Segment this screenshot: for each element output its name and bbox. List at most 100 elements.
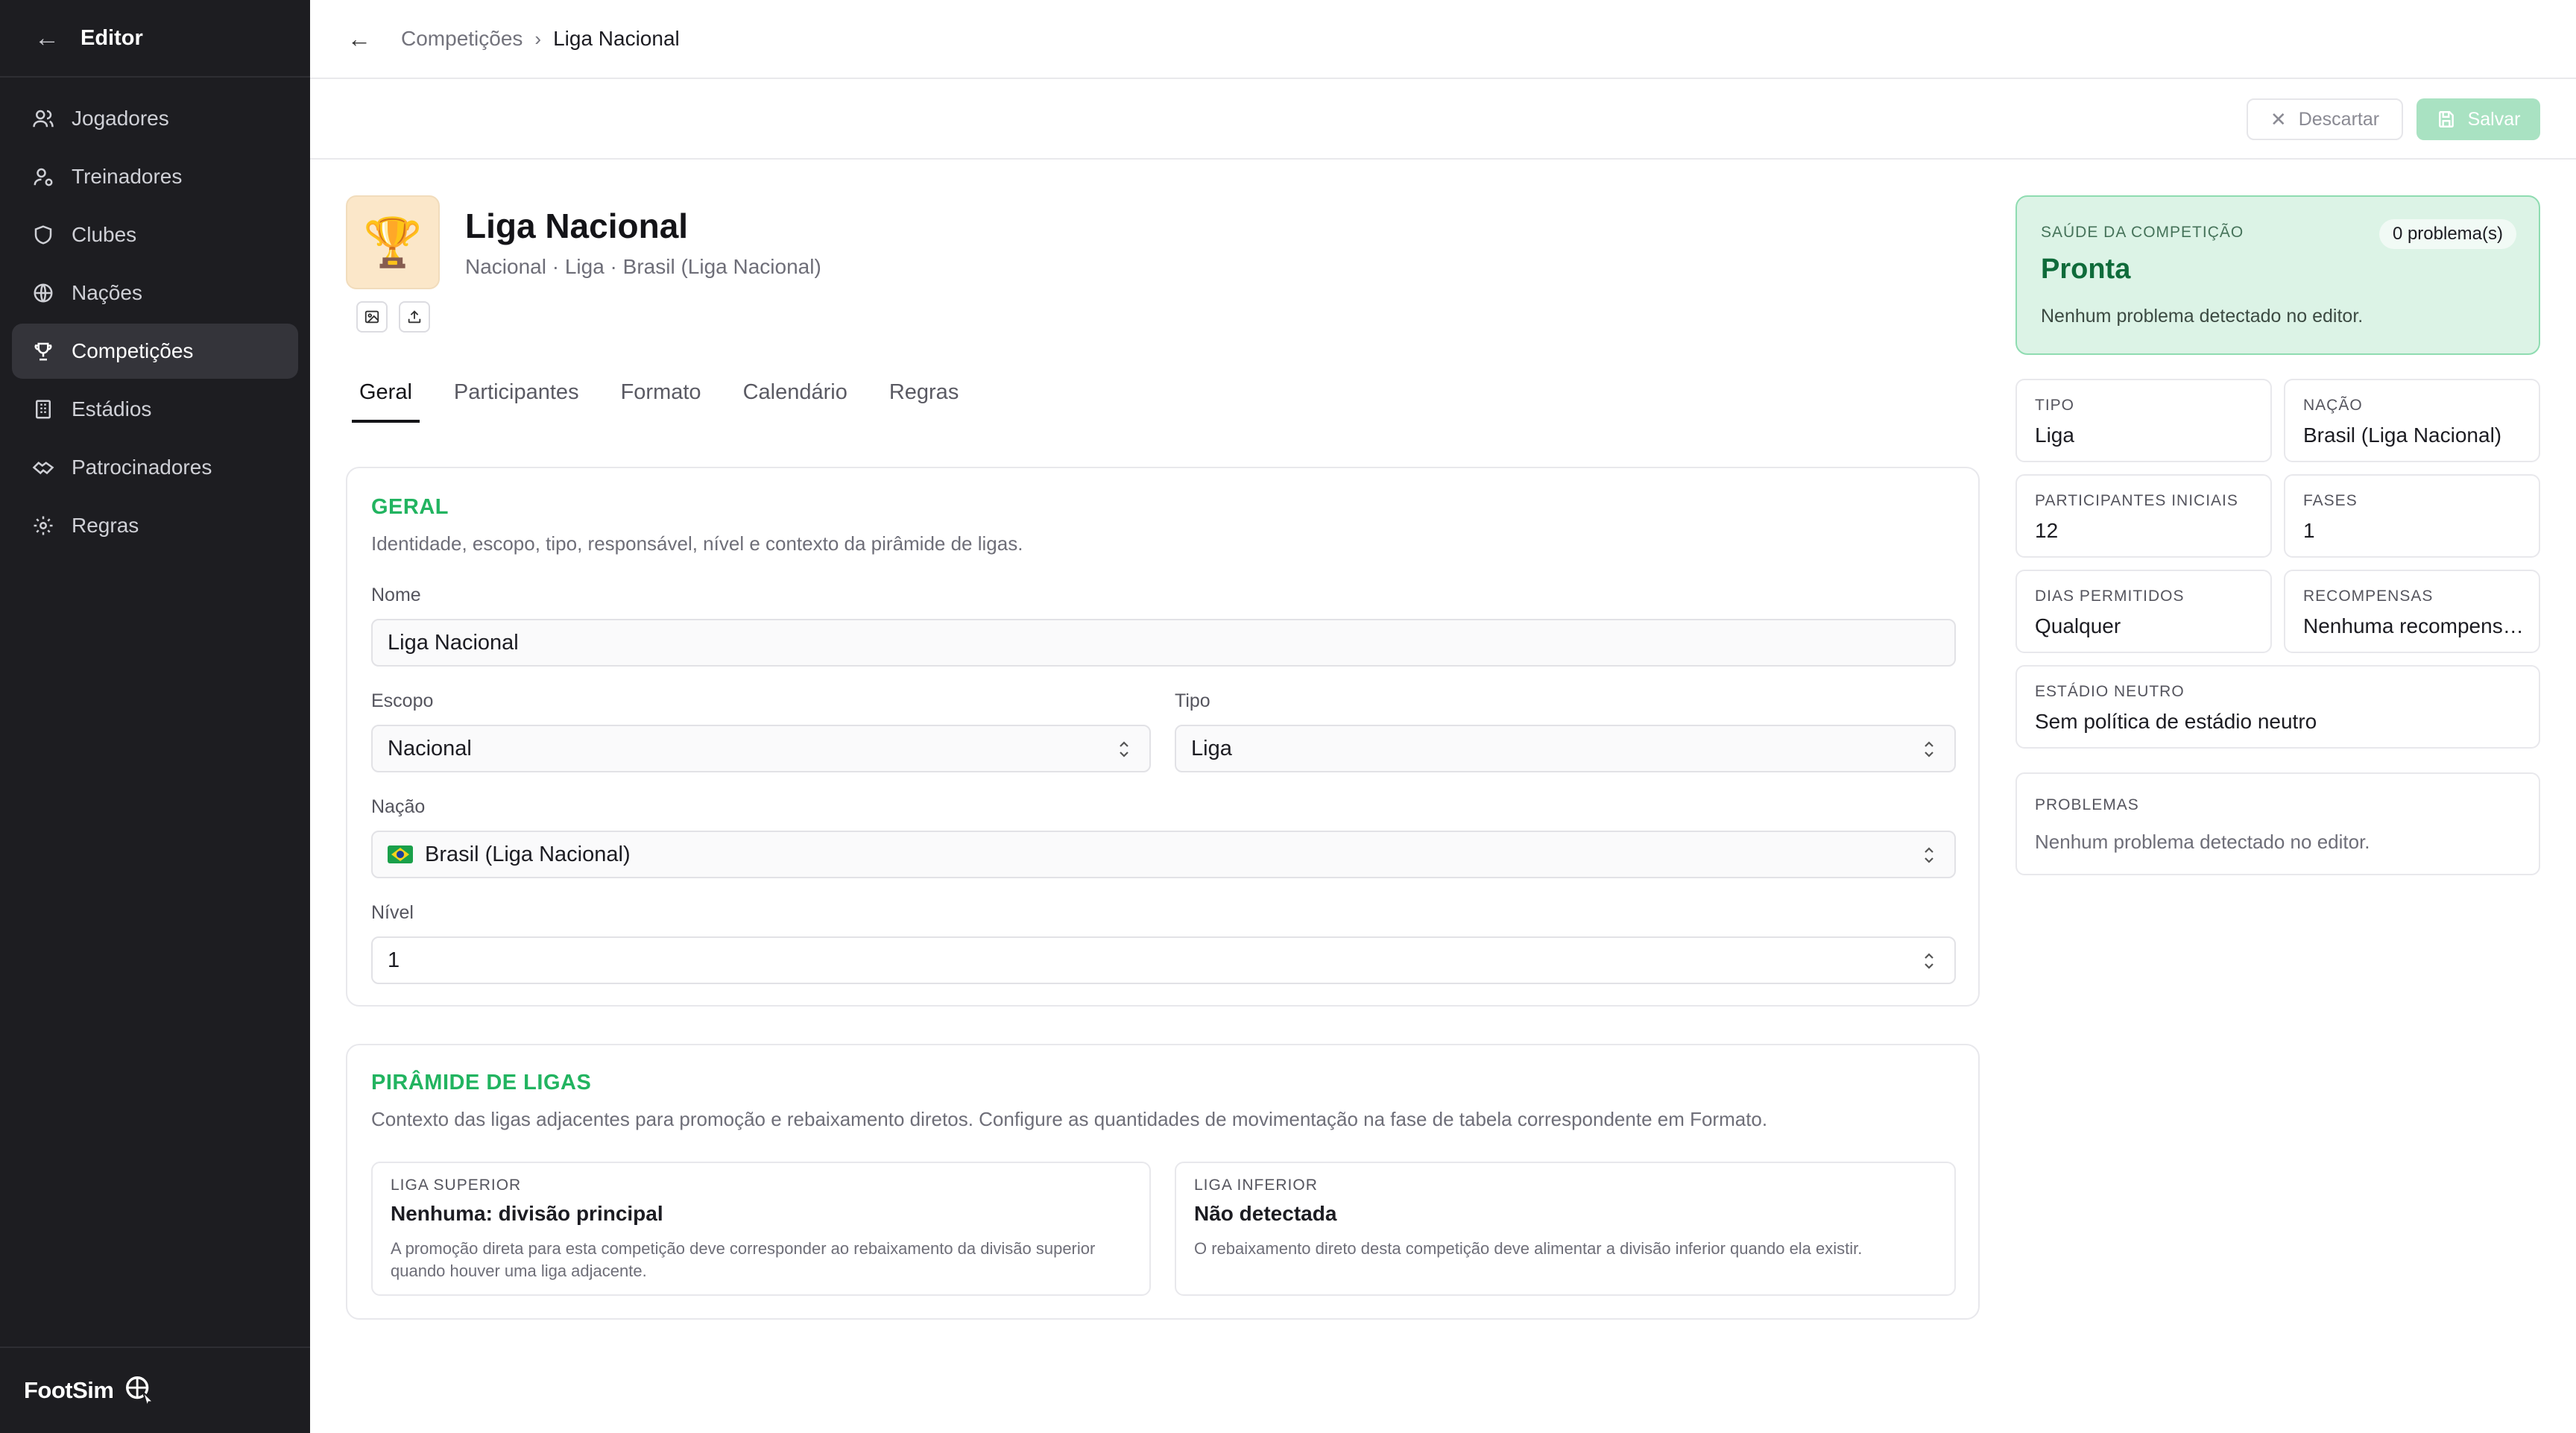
nacao-select[interactable]: Brasil (Liga Nacional) [371,831,1956,878]
tab-participantes[interactable]: Participantes [446,380,587,423]
stat-label: FASES [2303,492,2358,509]
liga-inferior-value: Não detectada [1194,1202,1337,1225]
stat-value: 1 [2303,519,2315,542]
page-subtitle: Nacional · Liga · Brasil (Liga Nacional) [465,255,821,278]
nome-input[interactable]: Liga Nacional [371,619,1956,667]
nivel-stepper[interactable]: 1 [371,936,1956,984]
tipo-label: Tipo [1175,690,1210,711]
stat-recompensas: RECOMPENSAS Nenhuma recompensa... [2284,570,2540,653]
escopo-value: Nacional [388,736,472,760]
breadcrumb-parent[interactable]: Competições [401,27,523,51]
stat-label: NAÇÃO [2303,397,2363,414]
brand-name: FootSim [24,1377,114,1403]
close-icon: ✕ [2270,107,2287,130]
sidebar-header: ← Editor [0,0,310,78]
stat-label: ESTÁDIO NEUTRO [2035,683,2185,700]
sidebar-item-label: Regras [72,514,139,537]
top-bar: ← Competições › Liga Nacional [310,0,2576,79]
handshake-icon [30,454,57,481]
sidebar-item-label: Estádios [72,397,152,421]
stat-tipo: TIPO Liga [2015,379,2272,462]
save-label: Salvar [2467,108,2521,130]
nacao-label: Nação [371,796,426,817]
stat-label: RECOMPENSAS [2303,588,2434,605]
gear-icon [30,512,57,539]
stat-fases: FASES 1 [2284,474,2540,558]
stepper-arrows-icon[interactable] [1922,950,1936,972]
liga-superior-label: LIGA SUPERIOR [391,1177,522,1194]
escopo-select[interactable]: Nacional [371,725,1151,772]
chevron-up-down-icon [1117,738,1131,760]
tab-calendario[interactable]: Calendário [736,380,855,423]
stat-label: PARTICIPANTES INICIAIS [2035,492,2238,509]
sidebar-item-treinadores[interactable]: Treinadores [12,149,298,204]
sidebar-item-label: Jogadores [72,107,169,130]
back-arrow-icon[interactable]: ← [347,25,371,53]
problems-card: PROBLEMAS Nenhum problema detectado no e… [2015,772,2540,875]
trophy-icon [30,338,57,365]
coach-icon [30,163,57,190]
liga-superior-note: A promoção direta para esta competição d… [391,1239,1096,1280]
sidebar-item-jogadores[interactable]: Jogadores [12,91,298,146]
sidebar: ← Editor Jogadores Treinadores Clubes Na… [0,0,310,1433]
stat-label: DIAS PERMITIDOS [2035,588,2185,605]
liga-superior-card: LIGA SUPERIOR Nenhuma: divisão principal… [371,1162,1151,1296]
stat-value: Nenhuma recompensa... [2303,614,2531,637]
stat-label: TIPO [2035,397,2075,414]
building-icon [30,396,57,423]
escopo-label: Escopo [371,690,434,711]
tab-bar: Geral Participantes Formato Calendário R… [352,380,993,423]
stat-value: Sem política de estádio neutro [2035,710,2317,733]
competition-health-card: SAÚDE DA COMPETIÇÃO Pronta Nenhum proble… [2015,195,2540,355]
globe-icon [30,280,57,306]
problems-label: PROBLEMAS [2035,796,2139,813]
sidebar-item-label: Clubes [72,223,137,246]
sidebar-item-clubes[interactable]: Clubes [12,207,298,262]
change-image-button[interactable] [356,301,388,333]
sidebar-item-regras[interactable]: Regras [12,498,298,553]
stat-nacao: NAÇÃO Brasil (Liga Nacional) [2284,379,2540,462]
upload-icon [408,310,421,324]
liga-superior-value: Nenhuma: divisão principal [391,1202,663,1225]
health-label: SAÚDE DA COMPETIÇÃO [2041,224,2244,241]
sidebar-item-label: Nações [72,281,142,304]
sidebar-footer: FootSim [0,1347,310,1433]
stat-participantes: PARTICIPANTES INICIAIS 12 [2015,474,2272,558]
sidebar-item-estadios[interactable]: Estádios [12,382,298,437]
discard-label: Descartar [2298,108,2380,130]
upload-image-button[interactable] [399,301,430,333]
discard-button[interactable]: ✕ Descartar [2247,98,2403,140]
section-title: GERAL [371,495,449,519]
health-status: Pronta [2041,253,2131,285]
tab-formato[interactable]: Formato [613,380,709,423]
action-bar: ✕ Descartar Salvar [310,79,2576,160]
sidebar-nav: Jogadores Treinadores Clubes Nações Comp… [0,78,310,570]
save-icon [2438,111,2454,127]
sidebar-item-patrocinadores[interactable]: Patrocinadores [12,440,298,495]
tab-geral[interactable]: Geral [352,380,420,423]
sidebar-item-label: Treinadores [72,165,183,188]
sidebar-item-nacoes[interactable]: Nações [12,265,298,321]
liga-inferior-label: LIGA INFERIOR [1194,1177,1318,1194]
section-title: PIRÂMIDE DE LIGAS [371,1071,592,1095]
geral-section: GERAL Identidade, escopo, tipo, responsá… [346,467,1980,1007]
chevron-right-icon: › [534,27,542,50]
stat-value: Qualquer [2035,614,2121,637]
section-description: Contexto das ligas adjacentes para promo… [371,1108,1768,1130]
sidebar-item-competicoes[interactable]: Competições [12,324,298,379]
breadcrumb-current: Liga Nacional [553,27,680,50]
nivel-label: Nível [371,902,414,923]
tab-regras[interactable]: Regras [882,380,967,423]
nome-label: Nome [371,585,421,605]
chevron-up-down-icon [1922,738,1936,760]
stat-dias-permitidos: DIAS PERMITIDOS Qualquer [2015,570,2272,653]
sidebar-item-label: Patrocinadores [72,456,212,479]
back-arrow-icon[interactable]: ← [34,24,64,53]
problems-value: Nenhum problema detectado no editor. [2035,831,2370,853]
tipo-select[interactable]: Liga [1175,725,1956,772]
save-button[interactable]: Salvar [2416,98,2540,140]
piramide-section: PIRÂMIDE DE LIGAS Contexto das ligas adj… [346,1044,1980,1320]
trophy-icon: 🏆 [363,215,423,269]
liga-inferior-note: O rebaixamento direto desta competição d… [1194,1239,1863,1258]
page-title: Liga Nacional [465,207,689,245]
